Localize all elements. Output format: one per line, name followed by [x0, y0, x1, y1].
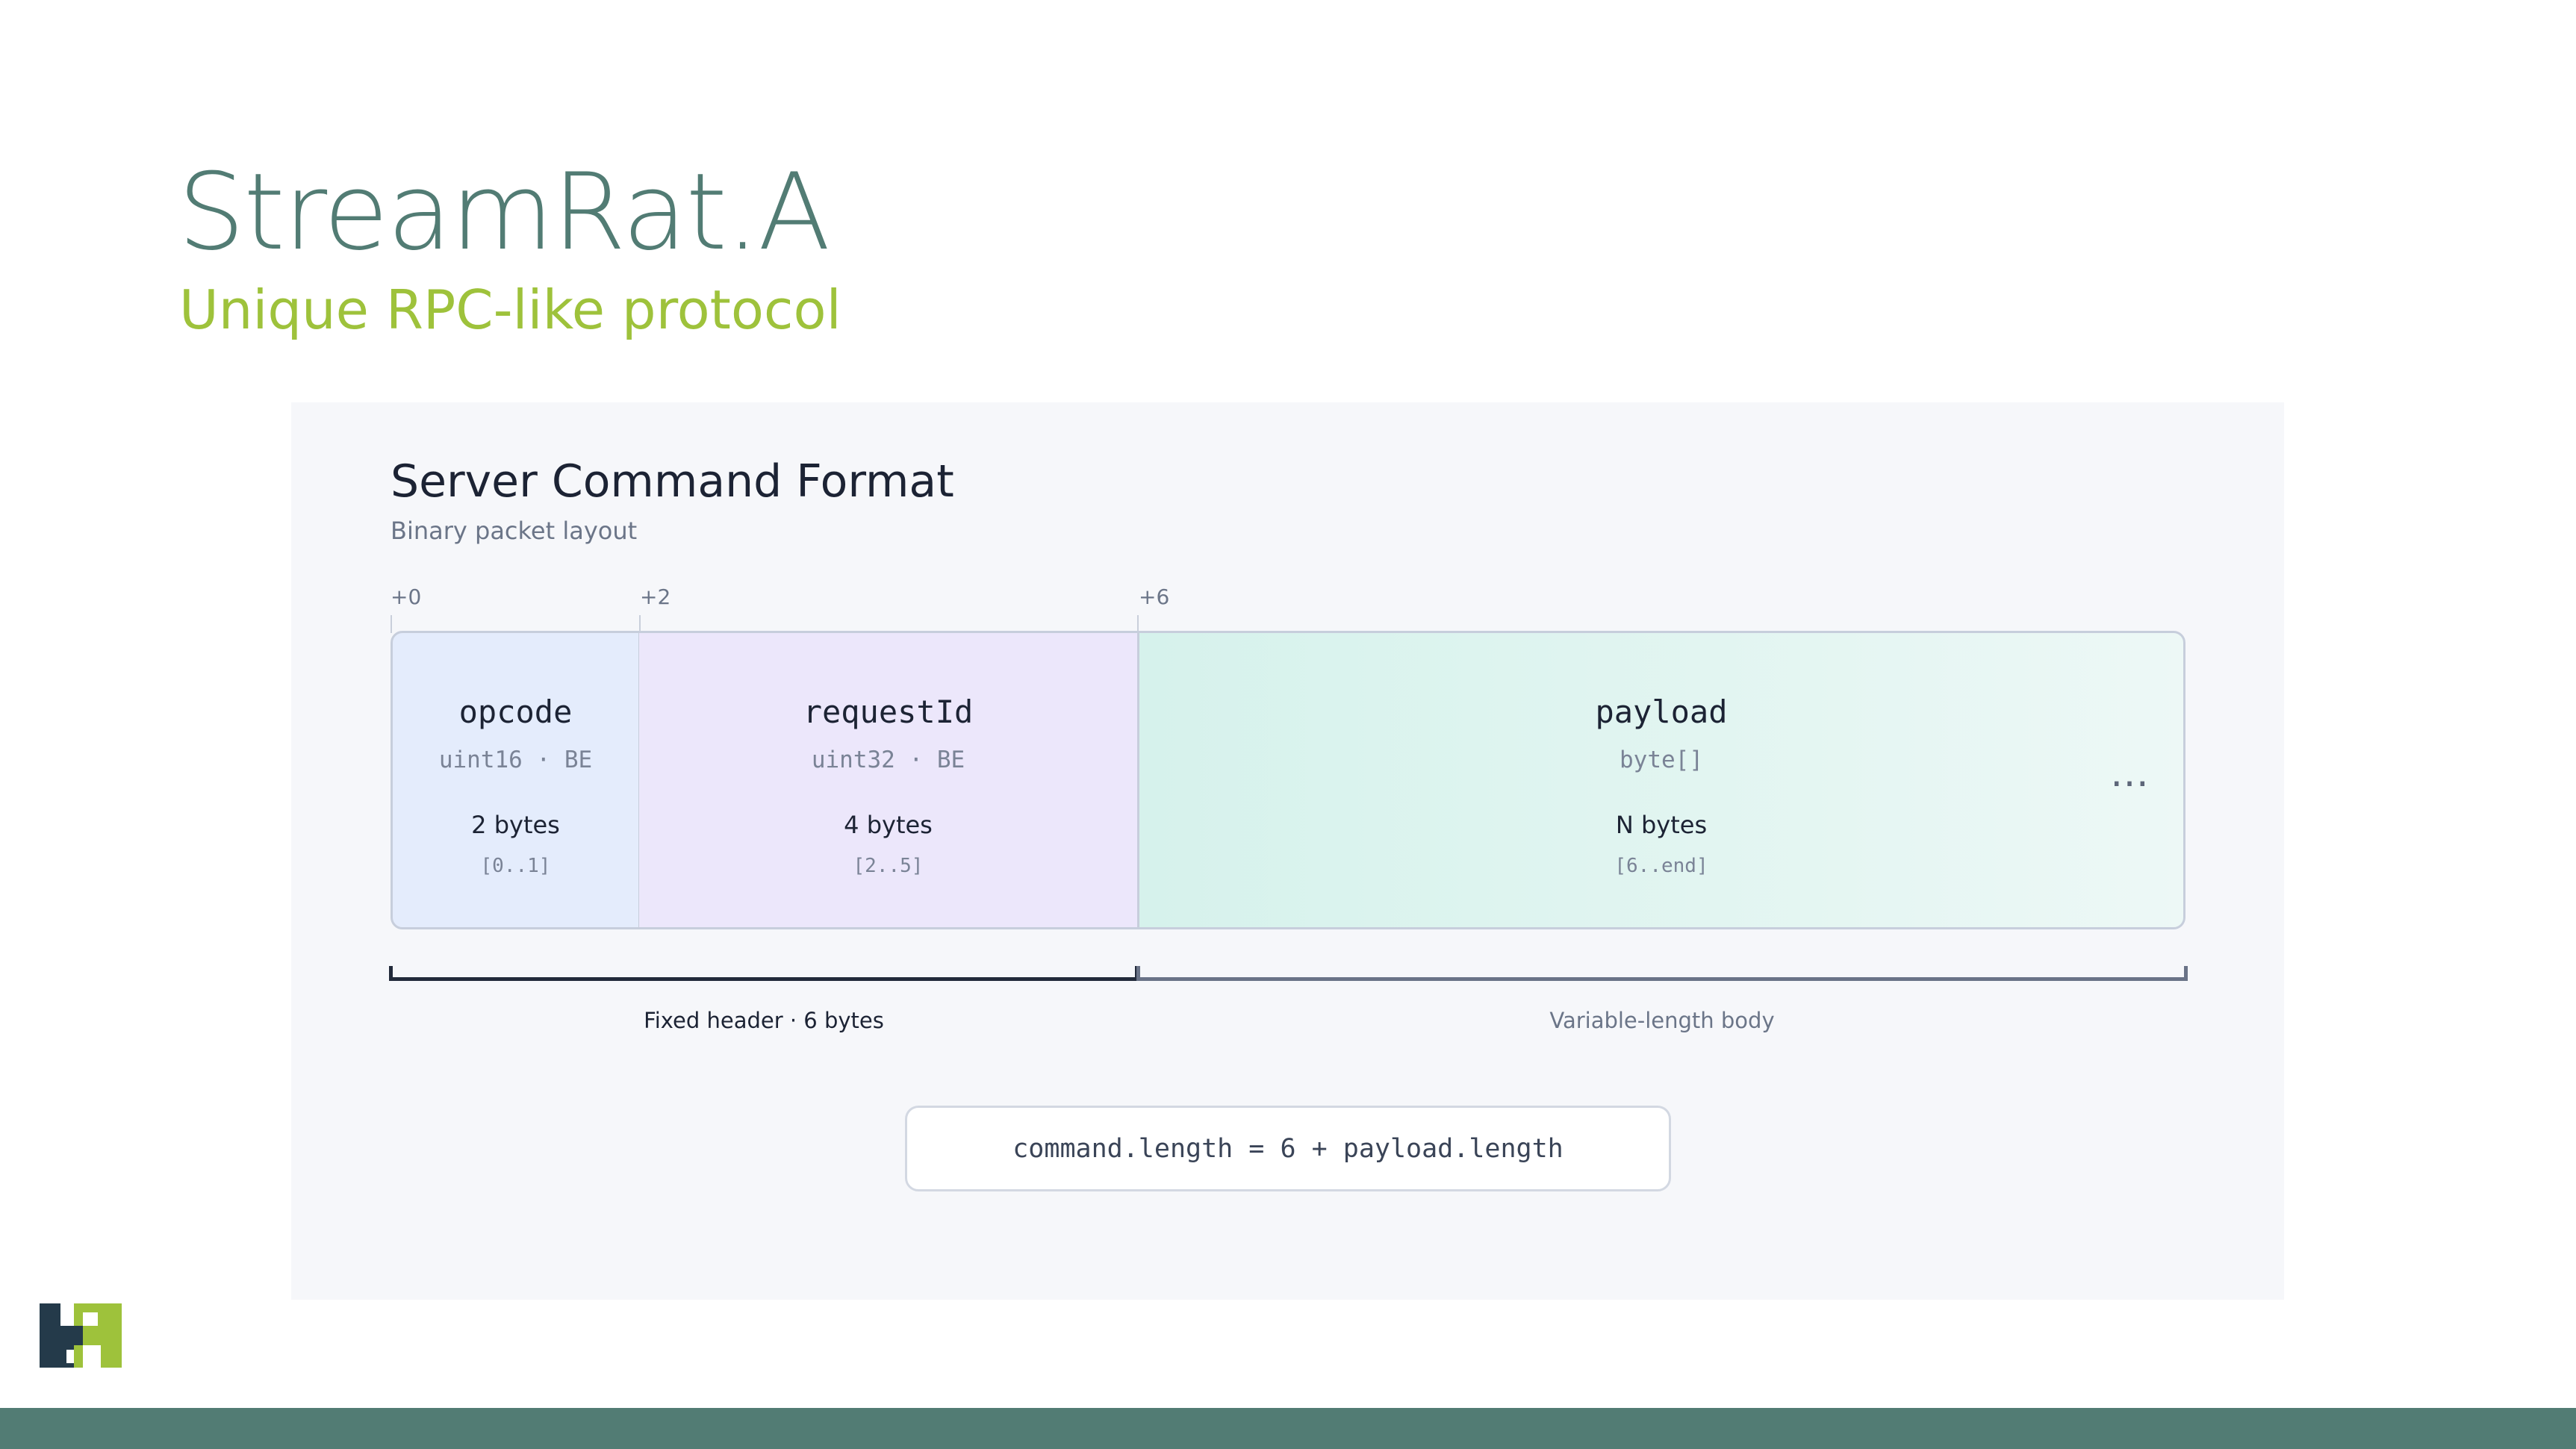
field-range: [2..5]: [853, 855, 924, 877]
brand-logo-icon: [40, 1303, 122, 1368]
group-label-header: Fixed header · 6 bytes: [644, 1008, 884, 1033]
field-type: uint16 · BE: [438, 747, 593, 773]
footer-bar: [0, 1408, 2576, 1449]
field-size: 2 bytes: [471, 811, 560, 839]
diagram-panel: Server Command Format Binary packet layo…: [291, 402, 2284, 1300]
group-label-body: Variable-length body: [1549, 1008, 1775, 1033]
slide-subtitle: Unique RPC-like protocol: [179, 278, 841, 341]
offset-label-6: +6: [1139, 585, 1170, 609]
field-type: uint32 · BE: [811, 747, 965, 773]
field-name: opcode: [458, 694, 573, 730]
field-type: byte[]: [1620, 747, 1703, 773]
field-range: [6..end]: [1614, 855, 1708, 877]
field-size: N bytes: [1615, 811, 1708, 839]
diagram-subtitle: Binary packet layout: [391, 517, 638, 545]
field-opcode: opcode uint16 · BE 2 bytes [0..1]: [391, 631, 641, 929]
field-range: [0..1]: [480, 855, 551, 877]
bracket-variable-body: [1136, 966, 2188, 981]
offset-label-2: +2: [640, 585, 671, 609]
bracket-fixed-header: [389, 966, 1139, 981]
diagram-title: Server Command Format: [391, 455, 954, 508]
field-payload: payload byte[] N bytes [6..end] …: [1137, 631, 2185, 929]
field-name: payload: [1595, 694, 1728, 730]
continuation-ellipsis: …: [2110, 751, 2150, 796]
formula-box: command.length = 6 + payload.length: [905, 1106, 1671, 1191]
field-size: 4 bytes: [844, 811, 933, 839]
field-name: requestId: [803, 694, 974, 730]
length-formula: command.length = 6 + payload.length: [1012, 1133, 1564, 1164]
offset-tick-0: [391, 615, 392, 633]
slide-title: StreamRat.A: [178, 151, 830, 274]
field-requestid: requestId uint32 · BE 4 bytes [2..5]: [639, 631, 1139, 929]
offset-label-0: +0: [391, 585, 422, 609]
